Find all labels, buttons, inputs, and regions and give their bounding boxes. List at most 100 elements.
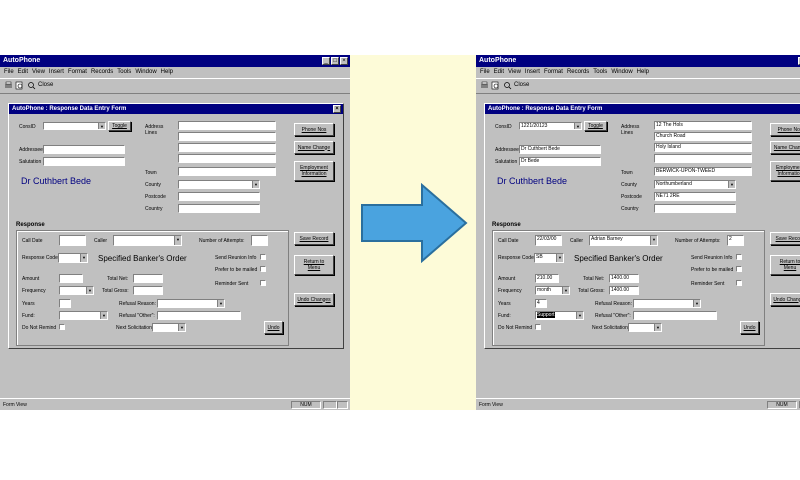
country-input[interactable] [654,204,736,213]
menu-item-records[interactable]: Records [567,67,589,77]
menu-item-file[interactable]: File [480,67,490,77]
chevron-down-icon[interactable]: ▼ [86,287,93,294]
save-record-button[interactable]: Save Record [294,232,334,245]
minimize-icon[interactable]: _ [322,57,330,65]
refusal-other-input[interactable] [633,311,717,320]
chevron-down-icon[interactable]: ▼ [654,324,661,331]
undo-changes-button[interactable]: Undo Changes [770,293,800,306]
total-gross-input[interactable]: 1400.00 [609,286,639,295]
frequency-select[interactable]: ▼ [59,286,94,295]
print-icon[interactable] [480,81,489,90]
town-input[interactable]: BERWICK-UPON-TWEED [654,167,752,176]
address-line-1[interactable] [178,121,276,130]
employment-information-button[interactable]: Employment Information [770,161,800,181]
chevron-down-icon[interactable]: ▼ [100,312,107,319]
country-input[interactable] [178,204,260,213]
menu-item-file[interactable]: File [4,67,14,77]
menu-item-help[interactable]: Help [161,67,173,77]
fund-select[interactable]: Support ▼ [535,311,584,320]
menu-item-tools[interactable]: Tools [593,67,607,77]
zoom-icon[interactable] [503,81,512,90]
amount-input[interactable]: 210.00 [535,274,559,283]
response-code-select[interactable]: ▼ [58,253,88,263]
maximize-icon[interactable]: □ [331,57,339,65]
undo-button[interactable]: Undo [740,321,759,334]
print-icon[interactable] [4,81,13,90]
do-not-remind-checkbox[interactable] [535,324,541,330]
chevron-down-icon[interactable]: ▼ [217,300,224,307]
menu-item-records[interactable]: Records [91,67,113,77]
town-input[interactable] [178,167,276,176]
address-line-2[interactable] [178,132,276,141]
refusal-other-input[interactable] [157,311,241,320]
refusal-reason-select[interactable]: ▼ [633,299,701,308]
save-record-button[interactable]: Save Record [770,232,800,245]
chevron-down-icon[interactable]: ▼ [576,312,583,319]
consid-select[interactable]: ▼ [43,122,106,130]
chevron-down-icon[interactable]: ▼ [556,254,563,262]
menu-item-help[interactable]: Help [637,67,649,77]
county-select[interactable]: Northumberland ▼ [654,180,736,189]
phone-nos-button[interactable]: Phone Nos [294,123,334,136]
menu-item-window[interactable]: Window [611,67,632,77]
next-solicitation-select[interactable]: ▼ [628,323,662,332]
address-line-3[interactable] [178,143,276,152]
address-line-2[interactable]: Church Road [654,132,752,141]
menu-item-format[interactable]: Format [68,67,87,77]
frequency-select[interactable]: month ▼ [535,286,570,295]
caller-select[interactable]: ▼ [113,235,182,246]
fund-select[interactable]: ▼ [59,311,108,320]
chevron-down-icon[interactable]: ▼ [80,254,87,262]
return-to-menu-button[interactable]: Return to Menu [770,255,800,275]
next-solicitation-select[interactable]: ▼ [152,323,186,332]
attempts-input[interactable]: 2 [727,235,744,246]
undo-changes-button[interactable]: Undo Changes [294,293,334,306]
menu-item-view[interactable]: View [508,67,521,77]
menu-item-window[interactable]: Window [135,67,156,77]
prefer-mailed-checkbox[interactable] [736,266,742,272]
address-line-4[interactable] [178,154,276,163]
caller-select[interactable]: Adrian Barney ▼ [589,235,658,246]
years-input[interactable] [59,299,71,308]
chevron-down-icon[interactable]: ▼ [574,123,581,129]
refusal-reason-select[interactable]: ▼ [157,299,225,308]
salutation-input[interactable] [43,157,125,166]
chevron-down-icon[interactable]: ▼ [693,300,700,307]
reminder-sent-checkbox[interactable] [260,280,266,286]
amount-input[interactable] [59,274,83,283]
chevron-down-icon[interactable]: ▼ [174,236,181,245]
prefer-mailed-checkbox[interactable] [260,266,266,272]
address-line-1[interactable]: 12 The Hols [654,121,752,130]
address-line-4[interactable] [654,154,752,163]
undo-button[interactable]: Undo [264,321,283,334]
print-preview-icon[interactable] [15,81,24,90]
close-icon[interactable]: × [340,57,348,65]
reminder-sent-checkbox[interactable] [736,280,742,286]
chevron-down-icon[interactable]: ▼ [728,181,735,188]
toggle-button[interactable]: Toggle [584,121,607,131]
chevron-down-icon[interactable]: ▼ [178,324,185,331]
total-net-input[interactable] [133,274,163,283]
address-line-3[interactable]: Holy Island [654,143,752,152]
chevron-down-icon[interactable]: ▼ [252,181,259,188]
phone-nos-button[interactable]: Phone Nos [770,123,800,136]
form-close-icon[interactable]: × [333,105,341,113]
menu-item-edit[interactable]: Edit [18,67,28,77]
total-net-input[interactable]: 1400.00 [609,274,639,283]
return-to-menu-button[interactable]: Return to Menu [294,255,334,275]
name-change-button[interactable]: Name Change [294,141,334,154]
chevron-down-icon[interactable]: ▼ [650,236,657,245]
call-date-input[interactable] [59,235,86,246]
zoom-icon[interactable] [27,81,36,90]
menu-item-insert[interactable]: Insert [525,67,540,77]
response-code-select[interactable]: SB ▼ [534,253,564,263]
send-reunion-checkbox[interactable] [736,254,742,260]
toggle-button[interactable]: Toggle [108,121,131,131]
send-reunion-checkbox[interactable] [260,254,266,260]
county-select[interactable]: ▼ [178,180,260,189]
menu-item-view[interactable]: View [32,67,45,77]
menu-item-format[interactable]: Format [544,67,563,77]
addressee-input[interactable] [43,145,125,154]
chevron-down-icon[interactable]: ▼ [98,123,105,129]
employment-information-button[interactable]: Employment Information [294,161,334,181]
